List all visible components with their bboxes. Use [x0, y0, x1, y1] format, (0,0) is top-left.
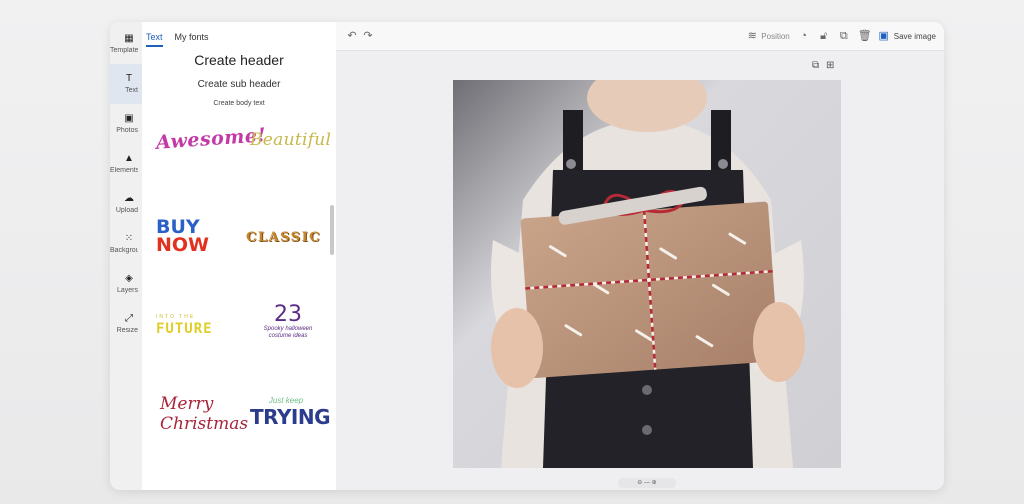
position-label: Position — [761, 31, 790, 41]
save-label: Save image — [893, 31, 936, 41]
canvas-photo[interactable] — [453, 80, 841, 468]
app-window: ▦ Templates T Text ▣ Photos ▲ Elements ☁… — [110, 22, 944, 490]
sidebar-item-elements[interactable]: ▲ Elements — [110, 144, 142, 184]
preset-merry-line: Merry — [160, 394, 214, 414]
sidebar-item-layers[interactable]: ◈ Layers — [110, 264, 142, 304]
pattern-icon: ⁙ — [124, 233, 134, 244]
image-icon: ▣ — [124, 113, 134, 124]
sidebar-item-photos[interactable]: ▣ Photos — [110, 104, 142, 144]
stack-icon: ≋ — [747, 30, 757, 42]
add-page-icon[interactable]: ⊞ — [826, 60, 834, 71]
copy-page-icon[interactable]: ⧉ — [812, 60, 819, 71]
sidebar-item-upload[interactable]: ☁ Upload — [110, 184, 142, 224]
toolbar-actions: ≋ Position ◔ 🔓︎ ⧉ 🗑︎ ▣ Save image — [746, 22, 936, 50]
preset-halloween[interactable]: 23 Spooky halloween costume ideas — [258, 304, 318, 340]
create-sub-header-button[interactable]: Create sub header — [142, 79, 336, 90]
duplicate-icon[interactable]: ⧉ — [838, 30, 850, 42]
text-icon: T — [125, 73, 133, 84]
redo-icon[interactable]: ↷ — [362, 30, 374, 42]
preset-merry-christmas[interactable]: Merry Christmas — [160, 394, 248, 434]
layers-icon: ◈ — [125, 273, 133, 284]
preset-future[interactable]: INTO THE FUTURE — [156, 314, 213, 338]
preset-keep-trying[interactable]: Just keep TRYING — [250, 396, 331, 429]
lock-icon[interactable]: 🔓︎ — [818, 30, 830, 42]
preset-classic[interactable]: CLASSIC — [246, 230, 321, 245]
preset-future-big: FUTURE — [156, 321, 213, 337]
preset-trying-small: Just keep — [268, 396, 304, 405]
create-body-text-button[interactable]: Create body text — [142, 100, 336, 107]
sidebar-item-templates[interactable]: ▦ Templates — [110, 24, 142, 64]
preset-trying-big: TRYING — [250, 405, 331, 429]
panel-tabs: Text My fonts — [146, 32, 209, 47]
resize-icon: ⤢ — [125, 313, 133, 324]
preset-halloween-sub: Spooky halloween costume ideas — [263, 326, 313, 339]
preset-future-small: INTO THE — [156, 314, 196, 320]
zoom-control[interactable]: ⊖ — ⊕ — [618, 478, 676, 488]
opacity-icon[interactable]: ◔ — [798, 30, 810, 42]
tab-my-fonts[interactable]: My fonts — [175, 32, 209, 47]
undo-icon[interactable]: ↶ — [346, 30, 358, 42]
trash-icon[interactable]: 🗑︎ — [858, 30, 872, 42]
save-icon: ▣ — [878, 30, 889, 42]
position-button[interactable]: ≋ Position — [746, 30, 790, 42]
save-image-button[interactable]: ▣ Save image — [878, 30, 936, 42]
text-panel: Text My fonts Create header Create sub h… — [142, 22, 337, 490]
create-header-button[interactable]: Create header — [142, 52, 336, 68]
shapes-icon: ▲ — [124, 153, 134, 164]
grid-icon: ▦ — [124, 33, 134, 44]
panel-scrollbar[interactable] — [330, 205, 334, 255]
sidebar-item-resize[interactable]: ⤢ Resize — [110, 304, 142, 344]
sidebar-item-background[interactable]: ⁙ Background — [110, 224, 142, 264]
gift-photo-image — [453, 80, 841, 468]
preset-buy-now[interactable]: BUY NOW — [156, 218, 210, 256]
preset-christmas-line: Christmas — [160, 414, 249, 434]
preset-beautiful[interactable]: Beautiful — [250, 130, 331, 150]
sidebar-rail: ▦ Templates T Text ▣ Photos ▲ Elements ☁… — [110, 22, 143, 490]
upload-icon: ☁ — [124, 193, 134, 204]
editor-area: ↶ ↷ ≋ Position ◔ 🔓︎ ⧉ 🗑︎ ▣ Save image ⧉ … — [336, 22, 944, 490]
top-toolbar: ↶ ↷ ≋ Position ◔ 🔓︎ ⧉ 🗑︎ ▣ Save image — [336, 22, 944, 51]
preset-halloween-number: 23 — [274, 302, 302, 327]
sidebar-item-text[interactable]: T Text — [110, 64, 142, 104]
preset-now-line: NOW — [156, 234, 210, 256]
tab-text[interactable]: Text — [146, 32, 163, 47]
